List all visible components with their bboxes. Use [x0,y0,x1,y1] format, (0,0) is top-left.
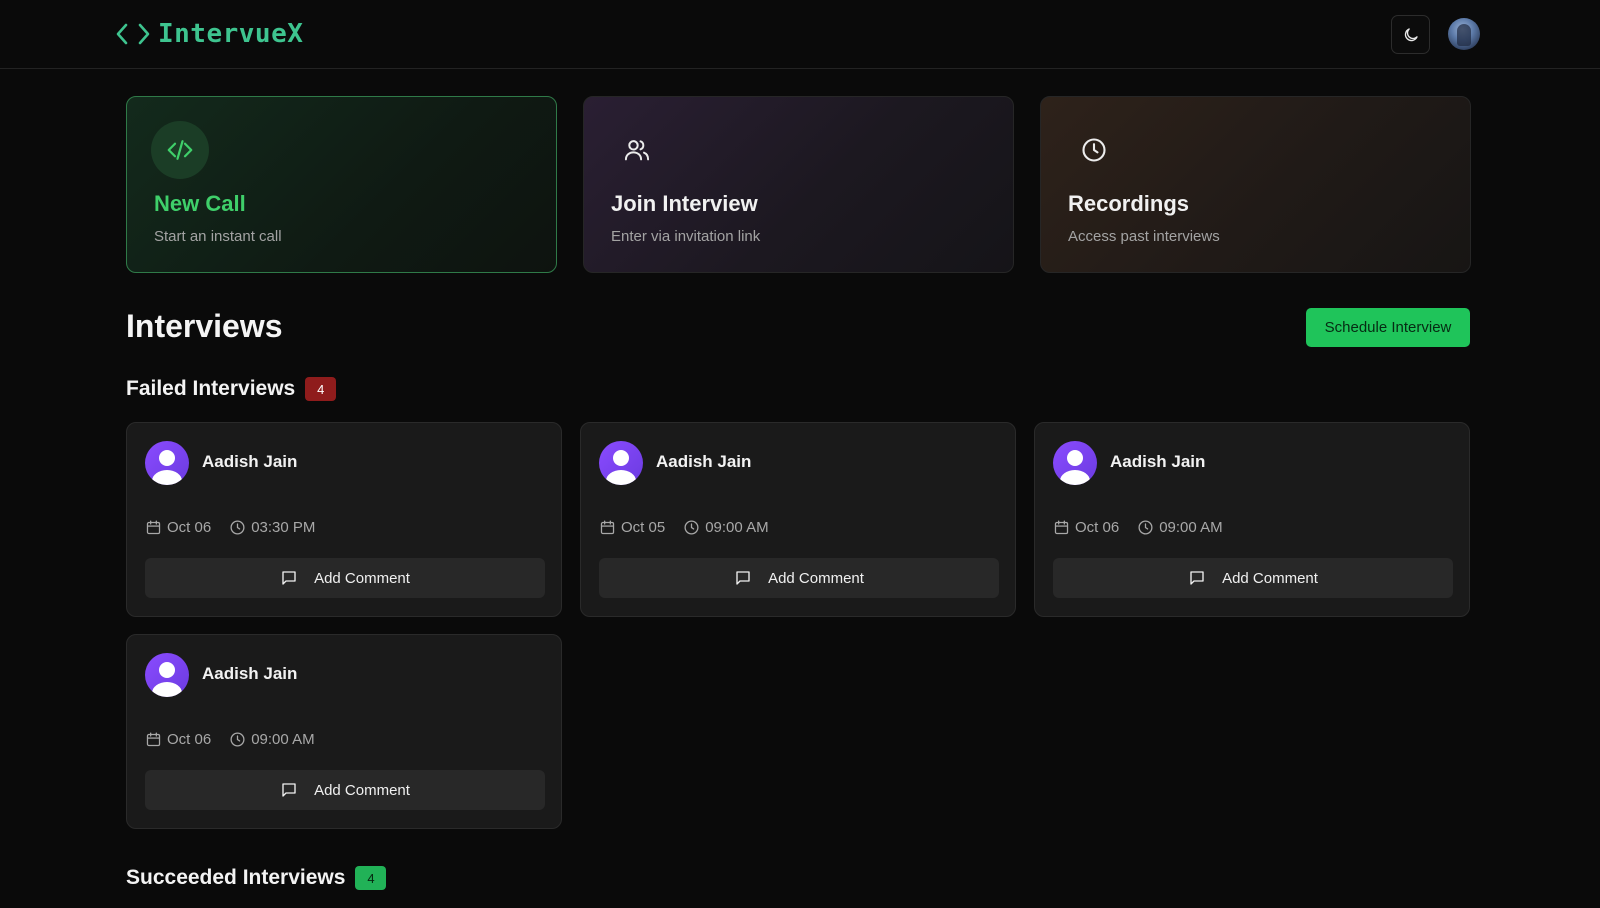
calendar-icon [1054,520,1069,535]
candidate-name: Aadish Jain [656,452,752,471]
new-call-icon-badge [151,121,209,179]
theme-toggle-button[interactable] [1391,15,1430,54]
add-comment-label: Add Comment [768,569,864,587]
candidate-avatar [145,441,189,485]
failed-interviews-title: Failed Interviews [126,377,296,400]
top-navbar: IntervueX [0,0,1600,69]
calendar-icon [600,520,615,535]
interview-card: Aadish Jain Oct 06 03:30 PM Add Comment [126,422,562,617]
add-comment-label: Add Comment [314,781,410,799]
interview-time: 09:00 AM [1159,519,1223,536]
failed-interviews-header: Failed Interviews 4 [126,377,337,401]
join-interview-title: Join Interview [611,191,758,216]
message-square-icon [1190,571,1204,585]
candidate-name: Aadish Jain [202,452,298,471]
recordings-subtitle: Access past interviews [1068,228,1220,245]
add-comment-button[interactable]: Add Comment [1053,558,1453,598]
code-brackets-icon [116,23,150,45]
code-icon [167,140,193,160]
users-icon [624,140,650,161]
interview-time: 09:00 AM [251,731,315,748]
interview-meta: Oct 06 09:00 AM [1053,519,1223,536]
message-square-icon [736,571,750,585]
interview-meta: Oct 05 09:00 AM [599,519,769,536]
interview-meta: Oct 06 09:00 AM [145,731,315,748]
interview-time: 09:00 AM [705,519,769,536]
user-avatar[interactable] [1448,18,1480,50]
interview-meta: Oct 06 03:30 PM [145,519,315,536]
calendar-icon [146,732,161,747]
recordings-card[interactable]: Recordings Access past interviews [1040,96,1471,273]
succeeded-interviews-header: Succeeded Interviews 4 [126,866,387,890]
interview-date: Oct 05 [621,519,666,536]
new-call-subtitle: Start an instant call [154,228,282,245]
page-title: Interviews [126,308,283,344]
clock-icon [230,520,245,535]
interview-card: Aadish Jain Oct 05 09:00 AM Add Comment [580,422,1016,617]
interview-card: Aadish Jain Oct 06 09:00 AM Add Comment [126,634,562,829]
candidate-name: Aadish Jain [202,664,298,683]
interview-date: Oct 06 [167,519,212,536]
clock-icon [230,732,245,747]
add-comment-label: Add Comment [314,569,410,587]
interview-date: Oct 06 [1075,519,1120,536]
message-square-icon [282,783,296,797]
moon-icon [1404,27,1418,41]
failed-count-badge: 4 [305,377,337,401]
clock-icon [1138,520,1153,535]
recordings-icon-badge [1065,121,1123,179]
interview-card: Aadish Jain Oct 06 09:00 AM Add Comment [1034,422,1470,617]
join-interview-subtitle: Enter via invitation link [611,228,761,245]
join-interview-icon-badge [608,121,666,179]
clock-icon [1082,138,1106,162]
new-call-card[interactable]: New Call Start an instant call [126,96,557,273]
interview-date: Oct 06 [167,731,212,748]
candidate-name: Aadish Jain [1110,452,1206,471]
candidate-avatar [599,441,643,485]
add-comment-label: Add Comment [1222,569,1318,587]
logo-text: IntervueX [158,19,304,49]
candidate-avatar [145,653,189,697]
schedule-interview-button[interactable]: Schedule Interview [1306,308,1470,347]
calendar-icon [146,520,161,535]
add-comment-button[interactable]: Add Comment [145,558,545,598]
join-interview-card[interactable]: Join Interview Enter via invitation link [583,96,1014,273]
add-comment-button[interactable]: Add Comment [599,558,999,598]
add-comment-button[interactable]: Add Comment [145,770,545,810]
candidate-avatar [1053,441,1097,485]
succeeded-interviews-title: Succeeded Interviews [126,866,346,889]
new-call-title: New Call [154,191,246,216]
clock-icon [684,520,699,535]
interview-time: 03:30 PM [251,519,316,536]
logo-link[interactable]: IntervueX [116,18,303,50]
recordings-title: Recordings [1068,191,1190,216]
succeeded-count-badge: 4 [355,866,387,890]
message-square-icon [282,571,296,585]
